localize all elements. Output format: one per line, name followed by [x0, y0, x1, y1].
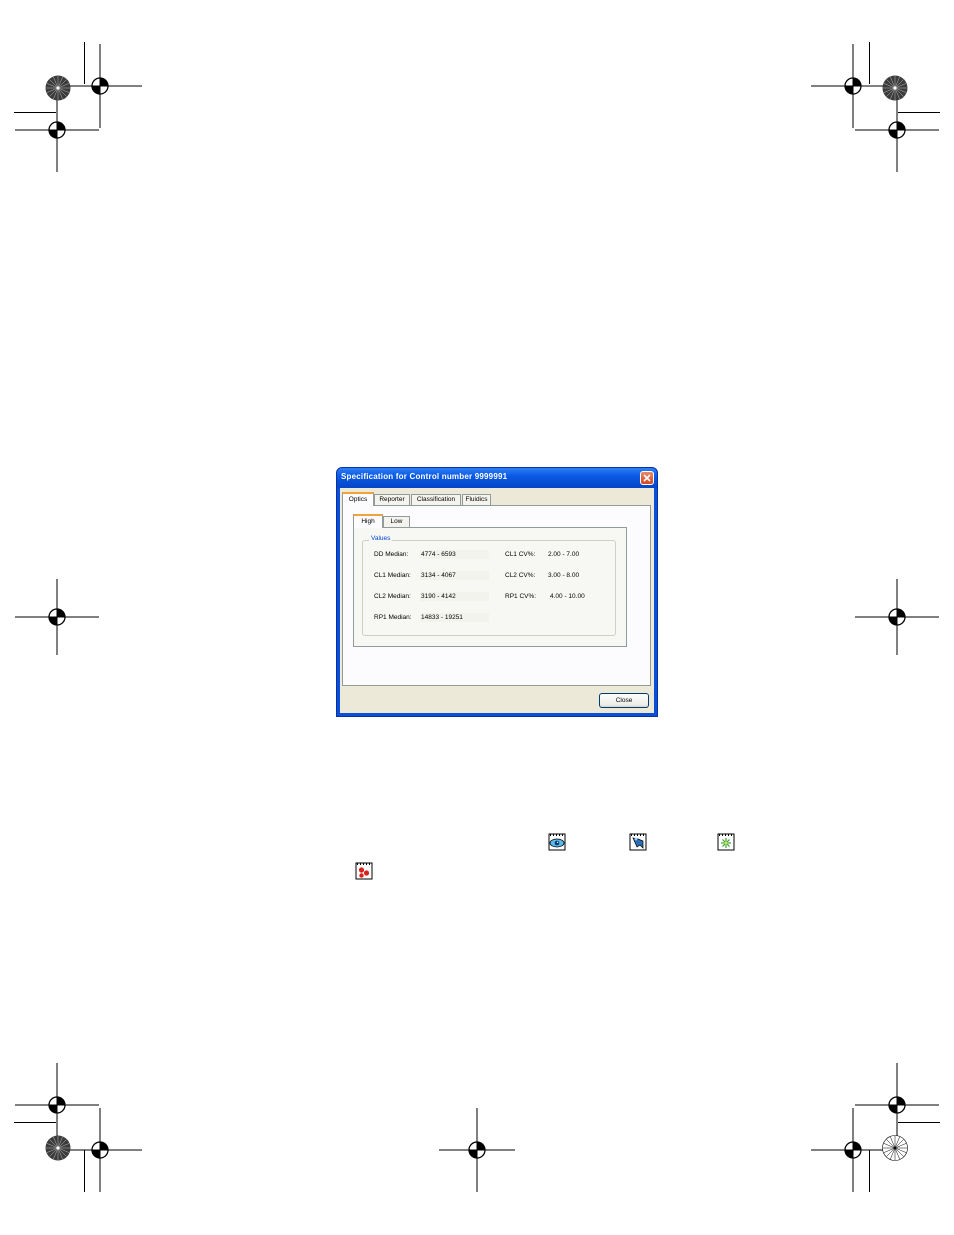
dd-median-value: 4774 - 6593 [420, 550, 489, 559]
rp1-cv-value: 4.00 - 10.00 [550, 593, 585, 600]
tab-classification[interactable]: Classification [411, 494, 461, 505]
star-target-bottom-left [45, 1135, 71, 1161]
cl2-median-value: 3190 - 4142 [420, 592, 489, 601]
dialog-title: Specification for Control number 9999991 [341, 472, 508, 481]
cl1-median-value: 3134 - 4067 [420, 571, 489, 580]
rp1-cv-label: RP1 CV%: [505, 593, 537, 600]
trim-line [84, 42, 85, 84]
trim-line [14, 1122, 56, 1123]
trim-line [14, 112, 56, 113]
values-groupbox: Values DD Median: 4774 - 6593 CL1 Median… [362, 535, 616, 636]
optics-tab-panel: High Low Values DD Median: 4774 - 6593 C… [342, 505, 651, 686]
trim-line [898, 1122, 940, 1123]
trim-line [898, 112, 940, 113]
cl2-cv-label: CL2 CV%: [505, 572, 536, 579]
cl1-median-label: CL1 Median: [374, 572, 411, 579]
close-button[interactable]: Close [599, 693, 649, 708]
values-group-label: Values [369, 535, 393, 542]
trim-line [84, 1150, 85, 1192]
cl1-cv-label: CL1 CV%: [505, 551, 536, 558]
cl2-median-label: CL2 Median: [374, 593, 411, 600]
star-target-top-left [45, 75, 71, 101]
reporter-icon [629, 833, 647, 851]
registration-mark-bottom-center [435, 1108, 519, 1192]
classification-icon [717, 833, 735, 851]
title-bar[interactable]: Specification for Control number 9999991 [337, 468, 657, 488]
high-tab-panel: Values DD Median: 4774 - 6593 CL1 Median… [353, 527, 627, 647]
specification-dialog: Specification for Control number 9999991… [336, 467, 658, 717]
star-target-bottom-right [882, 1135, 908, 1161]
dialog-client-area: Optics Reporter Classification Fluidics … [340, 488, 654, 713]
trim-line [869, 1150, 870, 1192]
cl1-cv-value: 2.00 - 7.00 [548, 551, 580, 558]
tab-optics[interactable]: Optics [342, 492, 374, 506]
tab-reporter[interactable]: Reporter [374, 494, 410, 505]
star-target-top-right [882, 75, 908, 101]
trim-line [869, 42, 870, 84]
tab-low[interactable]: Low [383, 516, 410, 527]
fluidics-icon [355, 862, 373, 880]
dd-median-label: DD Median: [374, 551, 409, 558]
tab-fluidics[interactable]: Fluidics [462, 494, 491, 505]
cl2-cv-value: 3.00 - 8.00 [548, 572, 580, 579]
tab-high[interactable]: High [353, 514, 383, 528]
close-icon[interactable] [640, 471, 654, 485]
registration-mark-middle-left [15, 575, 99, 659]
rp1-median-value: 14833 - 19251 [420, 613, 489, 622]
registration-mark-middle-right [855, 575, 939, 659]
optics-view-icon [548, 833, 566, 851]
rp1-median-label: RP1 Median: [374, 614, 412, 621]
